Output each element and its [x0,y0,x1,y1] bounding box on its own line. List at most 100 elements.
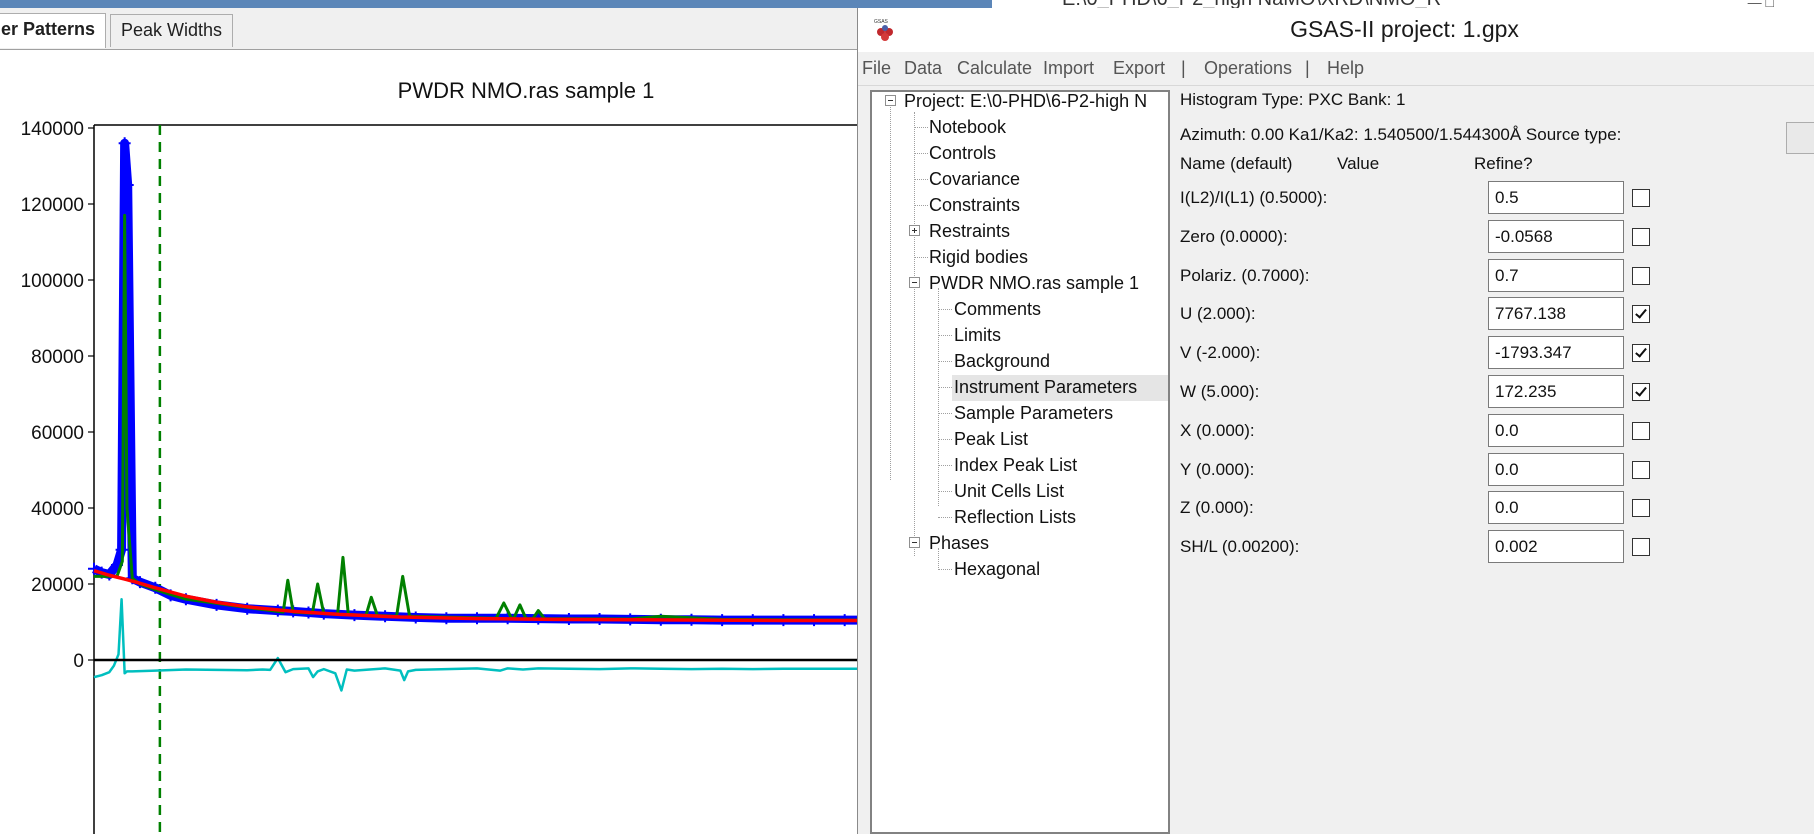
tree-item-rigid-bodies[interactable]: Rigid bodies [929,245,1028,271]
powder-pattern-plot[interactable]: PWDR NMO.ras sample 1 0 20000 40000 60000 80… [0,50,860,834]
chart-title: PWDR NMO.ras sample 1 [398,78,655,103]
param-value-input[interactable]: 172.235 [1488,375,1624,408]
refine-checkbox[interactable] [1632,461,1650,479]
data-tree[interactable]: Project: E:\0-PHD\6-P2-high N Notebook C… [870,90,1170,834]
refine-checkbox[interactable] [1632,267,1650,285]
calculated-series [94,213,860,622]
param-label: U (2.000): [1180,304,1256,323]
param-value-input[interactable]: 0.0 [1488,414,1624,447]
refine-checkbox[interactable] [1632,344,1650,362]
plot-window: er Patterns Peak Widths PWDR NMO.ras sam… [0,0,860,834]
tree-item-covariance[interactable]: Covariance [929,167,1020,193]
refine-checkbox[interactable] [1632,383,1650,401]
menu-import[interactable]: Import [1043,58,1094,79]
menu-file[interactable]: File [862,58,891,79]
y-tick-label: 20000 [31,575,84,596]
param-label: Zero (0.0000): [1180,227,1288,246]
y-tick-label: 140000 [21,119,84,140]
menu-separator: | [1181,58,1186,78]
desktop: er Patterns Peak Widths PWDR NMO.ras sam… [0,0,1814,834]
calculated-line [94,213,860,622]
source-type-select[interactable] [1786,122,1814,154]
minimize-icon[interactable]: — □ [1748,0,1774,8]
observed-series [88,137,860,627]
tree-item-background[interactable]: Background [954,349,1050,375]
y-tick-label: 120000 [21,195,84,216]
param-value-input[interactable]: 0.7 [1488,259,1624,292]
collapse-icon[interactable] [909,277,920,288]
plot-window-titlebar [0,0,992,8]
param-value-input[interactable]: 0.0 [1488,453,1624,486]
observed-band [92,138,860,625]
tree-item-constraints[interactable]: Constraints [929,193,1020,219]
param-label: SH/L (0.00200): [1180,537,1300,556]
header-refine: Refine? [1474,154,1533,173]
param-label: Polariz. (0.7000): [1180,266,1310,285]
tree-item-peak-list[interactable]: Peak List [954,427,1028,453]
histogram-type-label: Histogram Type: PXC Bank: 1 [1180,90,1406,109]
tree-root-project[interactable]: Project: E:\0-PHD\6-P2-high N [904,92,1147,115]
expand-icon[interactable] [909,225,920,236]
menu-calculate[interactable]: Calculate [957,58,1032,79]
param-value-input[interactable]: 0.002 [1488,530,1624,563]
param-label: V (-2.000): [1180,343,1261,362]
checkmark-icon [1635,384,1647,397]
menu-help[interactable]: Help [1327,58,1364,79]
tree-item-controls[interactable]: Controls [929,141,996,167]
tree-item-instrument-parameters[interactable]: Instrument Parameters [952,375,1168,401]
gsas-data-window: GSAS GSAS-II project: 1.gpx File Data Ca… [857,8,1814,834]
menu-data[interactable]: Data [904,58,942,79]
y-tick-label: 80000 [31,347,84,368]
refine-checkbox[interactable] [1632,189,1650,207]
tree-item-unit-cells-list[interactable]: Unit Cells List [954,479,1064,505]
window-title: GSAS-II project: 1.gpx [1290,16,1519,42]
tree-item-sample-parameters[interactable]: Sample Parameters [954,401,1113,427]
param-label: I(L2)/I(L1) (0.5000): [1180,188,1328,207]
header-value: Value [1337,154,1380,173]
header-name: Name (default) [1180,154,1293,173]
y-tick-label: 60000 [31,423,84,444]
param-label: Z (0.000): [1180,498,1254,517]
refine-checkbox[interactable] [1632,228,1650,246]
param-value-input[interactable]: -0.0568 [1488,220,1624,253]
tab-powder-patterns[interactable]: er Patterns [0,13,107,48]
y-axis-ticks: 0 20000 40000 60000 80000 100000 120000 140000 [21,119,94,672]
param-label: Y (0.000): [1180,460,1255,479]
tree-item-notebook[interactable]: Notebook [929,115,1006,141]
param-value-input[interactable]: 0.5 [1488,181,1624,214]
tree-item-limits[interactable]: Limits [954,323,1001,349]
gsas-titlebar: GSAS GSAS-II project: 1.gpx [858,8,1814,52]
background-window-titlebar: E:\0_PHD\6_P2_high NaMO\XRD\NMO_R — □ [992,0,1814,8]
plot-tab-bar: er Patterns Peak Widths [0,8,860,50]
refine-checkbox[interactable] [1632,499,1650,517]
tree-item-hexagonal[interactable]: Hexagonal [954,557,1040,583]
refine-checkbox[interactable] [1632,422,1650,440]
tab-peak-widths[interactable]: Peak Widths [110,14,234,47]
menu-bar: File Data Calculate Import Export | Oper… [858,52,1814,86]
tree-item-histogram[interactable]: PWDR NMO.ras sample 1 [929,271,1139,297]
menu-separator: | [1305,58,1310,78]
tree-item-index-peak-list[interactable]: Index Peak List [954,453,1077,479]
param-label: X (0.000): [1180,421,1255,440]
background-window-title: E:\0_PHD\6_P2_high NaMO\XRD\NMO_R [1062,0,1441,8]
y-tick-label: 100000 [21,271,84,292]
azimuth-label: Azimuth: 0.00 Ka1/Ka2: 1.540500/1.544300… [1180,125,1622,144]
menu-export[interactable]: Export [1113,58,1165,79]
param-value-input[interactable]: -1793.347 [1488,336,1624,369]
plot-series [88,125,860,834]
tree-item-reflection-lists[interactable]: Reflection Lists [954,505,1076,531]
param-value-input[interactable]: 7767.138 [1488,297,1624,330]
param-label: W (5.000): [1180,382,1260,401]
y-tick-label: 0 [73,651,84,672]
tree-item-restraints[interactable]: Restraints [929,219,1010,245]
menu-operations[interactable]: Operations [1204,58,1292,79]
tree-item-comments[interactable]: Comments [954,297,1041,323]
checkmark-icon [1635,306,1647,319]
collapse-icon[interactable] [885,95,896,106]
instrument-parameters-panel: Histogram Type: PXC Bank: 1 Azimuth: 0.0… [1174,90,1814,834]
collapse-icon[interactable] [909,537,920,548]
y-tick-label: 40000 [31,499,84,520]
param-value-input[interactable]: 0.0 [1488,491,1624,524]
refine-checkbox[interactable] [1632,305,1650,323]
refine-checkbox[interactable] [1632,538,1650,556]
